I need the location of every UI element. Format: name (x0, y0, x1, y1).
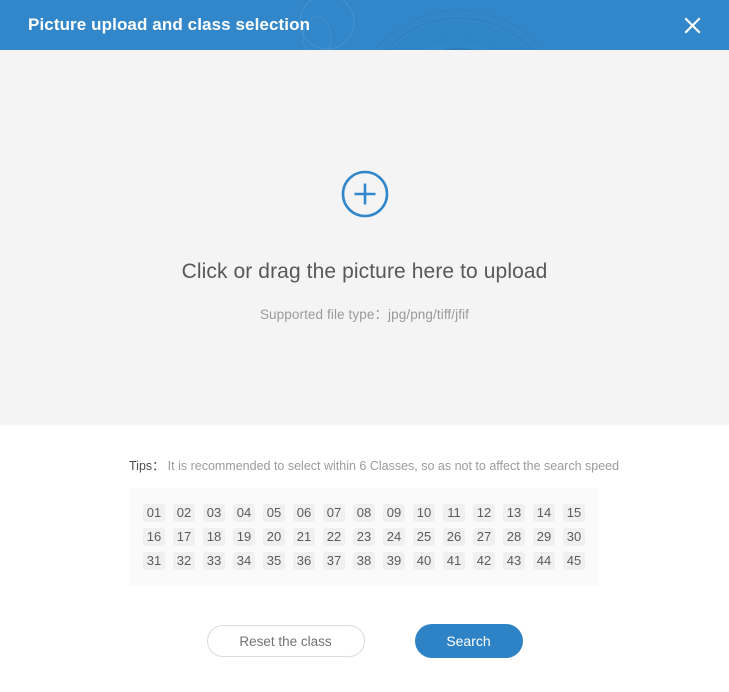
reset-class-button[interactable]: Reset the class (206, 625, 365, 657)
class-chip[interactable]: 16 (143, 528, 165, 546)
class-chip[interactable]: 31 (143, 552, 165, 570)
class-chip[interactable]: 25 (413, 528, 435, 546)
class-chip[interactable]: 18 (203, 528, 225, 546)
class-chip[interactable]: 06 (293, 504, 315, 522)
class-chip[interactable]: 42 (473, 552, 495, 570)
upload-primary-label: Click or drag the picture here to upload (181, 260, 548, 283)
class-chip[interactable]: 33 (203, 552, 225, 570)
class-chip[interactable]: 09 (383, 504, 405, 522)
class-chip[interactable]: 28 (503, 528, 525, 546)
class-chip[interactable]: 12 (473, 504, 495, 522)
class-row: 01 02 03 04 05 06 07 08 09 10 11 12 13 14 15 (130, 504, 598, 522)
upload-filetype-hint: Supported file type：jpg/png/tiff/jfif (259, 307, 470, 322)
class-chip[interactable]: 34 (233, 552, 255, 570)
class-chip[interactable]: 19 (233, 528, 255, 546)
class-chip[interactable]: 30 (563, 528, 585, 546)
class-chip[interactable]: 26 (443, 528, 465, 546)
upload-dropzone[interactable]: Click or drag the picture here to upload… (0, 50, 729, 425)
class-chip[interactable]: 22 (323, 528, 345, 546)
class-chip[interactable]: 36 (293, 552, 315, 570)
tips-text: It is recommended to select within 6 Cla… (167, 459, 620, 473)
class-chip[interactable]: 08 (353, 504, 375, 522)
class-chip[interactable]: 27 (473, 528, 495, 546)
class-chip[interactable]: 13 (503, 504, 525, 522)
class-row: 31 32 33 34 35 36 37 38 39 40 41 42 43 44 45 (130, 552, 598, 570)
plus-circle-icon (341, 170, 389, 218)
class-chip[interactable]: 20 (263, 528, 285, 546)
class-chip[interactable]: 04 (233, 504, 255, 522)
class-chip[interactable]: 11 (443, 504, 465, 522)
class-chip[interactable]: 41 (443, 552, 465, 570)
class-row: 16 17 18 19 20 21 22 23 24 25 26 27 28 29 30 (130, 528, 598, 546)
class-chip[interactable]: 24 (383, 528, 405, 546)
class-chip[interactable]: 43 (503, 552, 525, 570)
class-chip[interactable]: 32 (173, 552, 195, 570)
class-chip[interactable]: 15 (563, 504, 585, 522)
tips-row: Tips： It is recommended to select within … (129, 458, 729, 474)
class-chip[interactable]: 05 (263, 504, 285, 522)
class-chip[interactable]: 29 (533, 528, 555, 546)
class-chip[interactable]: 02 (173, 504, 195, 522)
close-icon[interactable] (671, 0, 713, 50)
class-chip[interactable]: 03 (203, 504, 225, 522)
class-chip[interactable]: 37 (323, 552, 345, 570)
close-x-glyph (684, 17, 700, 33)
picture-upload-dialog: Picture upload and class selection Click… (0, 0, 729, 692)
dialog-header: Picture upload and class selection (0, 0, 729, 50)
class-selection-panel: 01 02 03 04 05 06 07 08 09 10 11 12 13 14 15 16 17 18 19 20… (130, 488, 598, 586)
tips-label: Tips： (129, 459, 165, 473)
class-chip[interactable]: 10 (413, 504, 435, 522)
class-chip[interactable]: 21 (293, 528, 315, 546)
class-chip[interactable]: 45 (563, 552, 585, 570)
class-chip[interactable]: 40 (413, 552, 435, 570)
class-chip[interactable]: 35 (263, 552, 285, 570)
dialog-footer: Reset the class Search (0, 624, 729, 658)
class-chip[interactable]: 07 (323, 504, 345, 522)
class-chip[interactable]: 39 (383, 552, 405, 570)
class-chip[interactable]: 17 (173, 528, 195, 546)
class-chip[interactable]: 14 (533, 504, 555, 522)
class-chip[interactable]: 44 (533, 552, 555, 570)
class-chip[interactable]: 38 (353, 552, 375, 570)
plus-circle-glyph (341, 170, 388, 218)
class-chip[interactable]: 01 (143, 504, 165, 522)
search-button[interactable]: Search (414, 624, 523, 658)
page-title: Picture upload and class selection (28, 15, 311, 34)
class-chip[interactable]: 23 (353, 528, 375, 546)
